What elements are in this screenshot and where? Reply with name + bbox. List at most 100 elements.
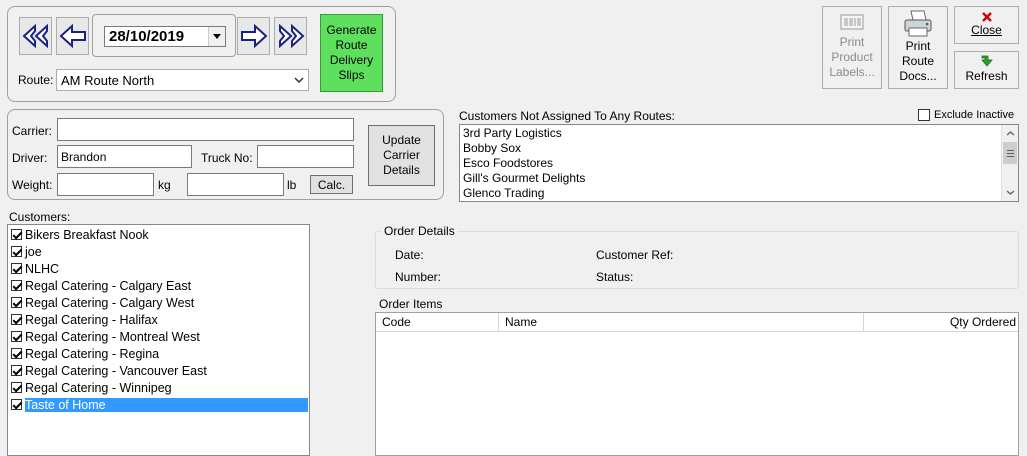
customer-checkbox[interactable] [11,263,22,274]
customer-list-item[interactable]: Taste of Home [8,396,309,413]
exclude-inactive-checkbox[interactable]: Exclude Inactive [918,109,1014,121]
list-item[interactable]: Glenco Trading [460,186,1001,201]
order-items-table[interactable]: Code Name Qty Ordered [375,312,1019,456]
previous-date-button[interactable] [56,17,89,55]
unassigned-rows: 3rd Party Logistics Bobby Sox Esco Foodsto… [460,126,1001,201]
customer-name: Regal Catering - Regina [25,346,160,361]
weight-lb-field[interactable] [187,173,284,196]
customer-name: NLHC [25,261,60,276]
customer-rows: Bikers Breakfast Nook joe NLHC Regal Cateri… [8,226,309,413]
customer-name: joe [25,244,42,259]
print-route-docs-button[interactable]: Print Route Docs... [888,6,948,89]
customer-list-item[interactable]: joe [8,243,309,260]
order-number-label: Number: [395,270,442,284]
generate-delivery-slips-label: Generate Route Delivery Slips [326,23,377,82]
customer-checkbox[interactable] [11,348,22,359]
customer-list-item[interactable]: Regal Catering - Vancouver East [8,362,309,379]
unassigned-customers-list[interactable]: 3rd Party Logistics Bobby Sox Esco Foodsto… [459,124,1019,202]
customer-list-item[interactable]: Regal Catering - Montreal West [8,328,309,345]
customer-list-item[interactable]: Regal Catering - Regina [8,345,309,362]
scroll-up-button[interactable] [1002,125,1018,142]
order-status-label: Status: [596,270,634,284]
date-picker[interactable]: 28/10/2019 [104,26,226,47]
close-button[interactable]: Close [954,6,1019,44]
kg-unit-label: kg [158,178,171,192]
driver-field[interactable]: Brandon [57,145,192,168]
print-route-docs-label: Print Route Docs... [899,39,937,83]
customer-name: Regal Catering - Halifax [25,312,158,327]
refresh-button[interactable]: Refresh [954,51,1019,89]
scroll-thumb[interactable] [1003,142,1017,164]
last-date-button[interactable] [274,17,307,55]
order-details-group [375,231,1019,289]
scroll-down-button[interactable] [1002,184,1019,201]
route-select[interactable]: AM Route North [56,69,309,91]
double-arrow-left-icon [22,24,48,48]
customer-checkbox[interactable] [11,399,22,410]
customer-name: Regal Catering - Montreal West [25,329,200,344]
column-header-name[interactable]: Name [499,313,864,332]
weight-kg-field[interactable] [57,173,154,196]
customer-checkbox[interactable] [11,382,22,393]
unassigned-customers-title: Customers Not Assigned To Any Routes: [459,109,675,123]
customer-list-item[interactable]: Regal Catering - Calgary East [8,277,309,294]
customer-list-item[interactable]: Regal Catering - Calgary West [8,294,309,311]
arrow-right-icon [240,24,267,48]
printer-icon [904,10,932,37]
customer-checkbox[interactable] [11,331,22,342]
refresh-label: Refresh [965,69,1008,83]
driver-label: Driver: [12,151,48,165]
truck-no-label: Truck No: [201,151,253,165]
column-header-name-label: Name [505,315,538,329]
list-item[interactable]: Bobby Sox [460,141,1001,156]
barcode-icon [840,14,864,30]
print-product-labels-button[interactable]: Print Product Labels... [822,6,882,89]
list-item[interactable]: Gill's Gourmet Delights [460,171,1001,186]
chevron-up-icon [1006,131,1014,136]
first-date-button[interactable] [19,17,52,55]
customer-name: Regal Catering - Vancouver East [25,363,207,378]
customer-list-item[interactable]: Regal Catering - Halifax [8,311,309,328]
chevron-down-icon [294,77,304,83]
column-header-code[interactable]: Code [376,313,499,332]
refresh-icon [980,55,993,67]
customer-checkbox[interactable] [11,314,22,325]
customers-list[interactable]: Bikers Breakfast Nook joe NLHC Regal Cateri… [7,224,310,456]
customer-ref-label: Customer Ref: [596,248,674,262]
close-label: Close [971,23,1002,37]
driver-value: Brandon [61,149,107,164]
list-item[interactable]: Esco Foodstores [460,156,1001,171]
weight-label: Weight: [12,178,53,192]
customer-list-item[interactable]: Bikers Breakfast Nook [8,226,309,243]
calc-button[interactable]: Calc. [310,175,353,194]
lb-unit-label: lb [287,178,297,192]
generate-delivery-slips-button[interactable]: Generate Route Delivery Slips [320,14,383,92]
order-details-title: Order Details [381,224,458,238]
customer-checkbox[interactable] [11,246,22,257]
customer-list-item[interactable]: NLHC [8,260,309,277]
customer-name: Regal Catering - Winnipeg [25,380,172,395]
truck-no-field[interactable] [257,145,354,168]
column-header-qty-ordered-label: Qty Ordered [949,315,1016,329]
print-product-labels-label: Print Product Labels... [829,35,875,79]
list-item[interactable]: 3rd Party Logistics [460,126,1001,141]
column-header-code-label: Code [382,315,411,329]
date-dropdown-button[interactable] [208,27,225,46]
carrier-label: Carrier: [12,124,53,138]
customer-checkbox[interactable] [11,229,22,240]
update-carrier-details-label: Update Carrier Details [382,133,421,177]
customers-title: Customers: [9,210,71,224]
customer-name: Regal Catering - Calgary West [25,295,195,310]
customer-checkbox[interactable] [11,365,22,376]
carrier-field[interactable] [57,118,354,141]
customer-list-item[interactable]: Regal Catering - Winnipeg [8,379,309,396]
customer-checkbox[interactable] [11,280,22,291]
next-date-button[interactable] [237,17,270,55]
column-header-qty-ordered[interactable]: Qty Ordered [864,313,1018,332]
chevron-down-icon [1006,190,1015,195]
exclude-inactive-box[interactable] [918,109,930,121]
customer-checkbox[interactable] [11,297,22,308]
scrollbar[interactable] [1001,125,1018,201]
update-carrier-details-button[interactable]: Update Carrier Details [368,125,435,186]
date-value: 28/10/2019 [109,28,185,45]
